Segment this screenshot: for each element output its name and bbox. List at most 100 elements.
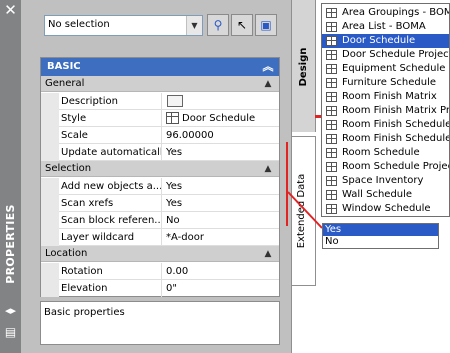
property-label: Add new objects a... [59, 178, 162, 195]
property-row-description[interactable]: Description [41, 93, 279, 110]
list-item[interactable]: Room Finish Matrix [322, 90, 449, 104]
tab-design-label: Design [298, 47, 309, 87]
property-label: Layer wildcard [59, 229, 162, 246]
table-style-icon [326, 36, 337, 46]
table-style-icon [326, 106, 337, 116]
list-item[interactable]: Room Finish Schedule I [322, 132, 449, 146]
category-label: Selection [45, 163, 92, 174]
property-label: Scan xrefs [59, 195, 162, 212]
list-item[interactable]: Area Groupings - BOMA [322, 6, 449, 20]
schedule-table-icon [166, 112, 179, 124]
row-gutter [41, 127, 59, 144]
tab-design[interactable]: Design [292, 0, 316, 132]
list-item[interactable]: Space Inventory [322, 174, 449, 188]
chevron-up-icon[interactable]: ▲ [261, 76, 275, 92]
row-gutter [41, 212, 59, 229]
palette-title: PROPERTIES [4, 204, 17, 284]
table-style-icon [326, 176, 337, 186]
property-value[interactable]: Yes [164, 144, 279, 161]
row-gutter [41, 280, 59, 297]
palette-menu-icon[interactable]: ▤ [3, 325, 18, 339]
properties-palette: No selection ▼ ⚲ ↖ ▣ BASIC ︽ General ▲ D… [21, 0, 292, 353]
property-label: Description [59, 93, 162, 110]
property-row-add-new-objects[interactable]: Add new objects a... Yes [41, 178, 279, 195]
selection-combo[interactable]: No selection ▼ [44, 15, 203, 36]
toggle-pickadd-icon: ▣ [260, 18, 272, 32]
table-style-icon [326, 22, 337, 32]
collapse-icon[interactable]: ︽ [261, 58, 275, 76]
list-item[interactable]: Room Schedule Project [322, 160, 449, 174]
chevron-up-icon[interactable]: ▲ [261, 246, 275, 262]
property-row-scan-block-references[interactable]: Scan block referen... No [41, 212, 279, 229]
table-style-icon [326, 50, 337, 60]
toggle-pickadd-button[interactable]: ▣ [255, 14, 277, 36]
table-style-icon [326, 8, 337, 18]
table-style-icon [326, 78, 337, 88]
row-gutter [41, 178, 59, 195]
style-value: Door Schedule [182, 113, 256, 124]
category-label: Location [45, 248, 88, 259]
quick-select-icon: ⚲ [213, 18, 223, 32]
list-item[interactable]: Furniture Schedule [322, 76, 449, 90]
property-value[interactable]: 96.00000 [164, 127, 279, 144]
style-dropdown-list[interactable]: Area Groupings - BOMA Area List - BOMA D… [321, 3, 450, 217]
autohide-icon[interactable]: ◂▸ [3, 304, 18, 318]
list-item[interactable]: Area List - BOMA [322, 20, 449, 34]
list-item[interactable]: Wall Schedule [322, 188, 449, 202]
property-value[interactable]: Door Schedule [164, 110, 279, 127]
selection-combo-value: No selection [48, 19, 110, 30]
property-row-layer-wildcard[interactable]: Layer wildcard *A-door [41, 229, 279, 246]
list-item[interactable]: No [323, 236, 438, 248]
table-style-icon [326, 134, 337, 144]
property-value[interactable]: *A-door [164, 229, 279, 246]
list-item[interactable]: Door Schedule Project [322, 48, 449, 62]
quick-select-button[interactable]: ⚲ [207, 14, 229, 36]
row-gutter [41, 229, 59, 246]
category-selection[interactable]: Selection ▲ [41, 161, 279, 177]
description-pane: Basic properties [40, 301, 280, 345]
annotation-connector [287, 191, 323, 229]
list-item-selected[interactable]: Door Schedule [322, 34, 449, 48]
category-label: General [45, 78, 85, 89]
list-item[interactable]: Room Finish Schedule [322, 118, 449, 132]
close-icon[interactable]: ✕ [2, 2, 19, 19]
property-label: Style [59, 110, 162, 127]
property-label: Elevation [59, 280, 162, 297]
select-objects-button[interactable]: ↖ [231, 14, 253, 36]
table-style-icon [326, 204, 337, 214]
property-row-style[interactable]: Style Door Schedule [41, 110, 279, 127]
property-value[interactable]: 0.00 [164, 263, 279, 280]
table-style-icon [326, 92, 337, 102]
basic-group-header[interactable]: BASIC ︽ [41, 58, 279, 76]
property-label: Rotation [59, 263, 162, 280]
yes-no-dropdown-list[interactable]: Yes No [322, 223, 439, 249]
property-row-scan-xrefs[interactable]: Scan xrefs Yes [41, 195, 279, 212]
property-value[interactable]: No [164, 212, 279, 229]
category-location[interactable]: Location ▲ [41, 246, 279, 262]
property-row-rotation[interactable]: Rotation 0.00 [41, 263, 279, 280]
list-item[interactable]: Equipment Schedule [322, 62, 449, 76]
property-value[interactable]: Yes [164, 178, 279, 195]
list-item[interactable]: Room Finish Matrix Pro [322, 104, 449, 118]
palette-title-bar: ✕ PROPERTIES ◂▸ ▤ [0, 0, 21, 353]
description-text: Basic properties [44, 307, 125, 318]
property-row-scale[interactable]: Scale 96.00000 [41, 127, 279, 144]
property-value[interactable]: Yes [164, 195, 279, 212]
list-item[interactable]: Window Schedule [322, 202, 449, 216]
table-style-icon [326, 190, 337, 200]
property-row-update-automatically[interactable]: Update automatically Yes [41, 144, 279, 161]
property-row-elevation[interactable]: Elevation 0" [41, 280, 279, 297]
list-item-selected[interactable]: Yes [323, 224, 438, 236]
description-edit-icon[interactable] [167, 95, 183, 107]
chevron-up-icon[interactable]: ▲ [261, 161, 275, 177]
list-item[interactable]: Room Schedule [322, 146, 449, 160]
property-label: Scan block referen... [59, 212, 162, 229]
property-grid: BASIC ︽ General ▲ Description Style Door… [40, 57, 280, 297]
property-label: Update automatically [59, 144, 162, 161]
property-value[interactable]: 0" [164, 280, 279, 297]
property-value[interactable] [164, 93, 279, 110]
category-general[interactable]: General ▲ [41, 76, 279, 92]
table-style-icon [326, 64, 337, 74]
chevron-down-icon[interactable]: ▼ [186, 16, 202, 35]
basic-group-title: BASIC [47, 61, 81, 72]
